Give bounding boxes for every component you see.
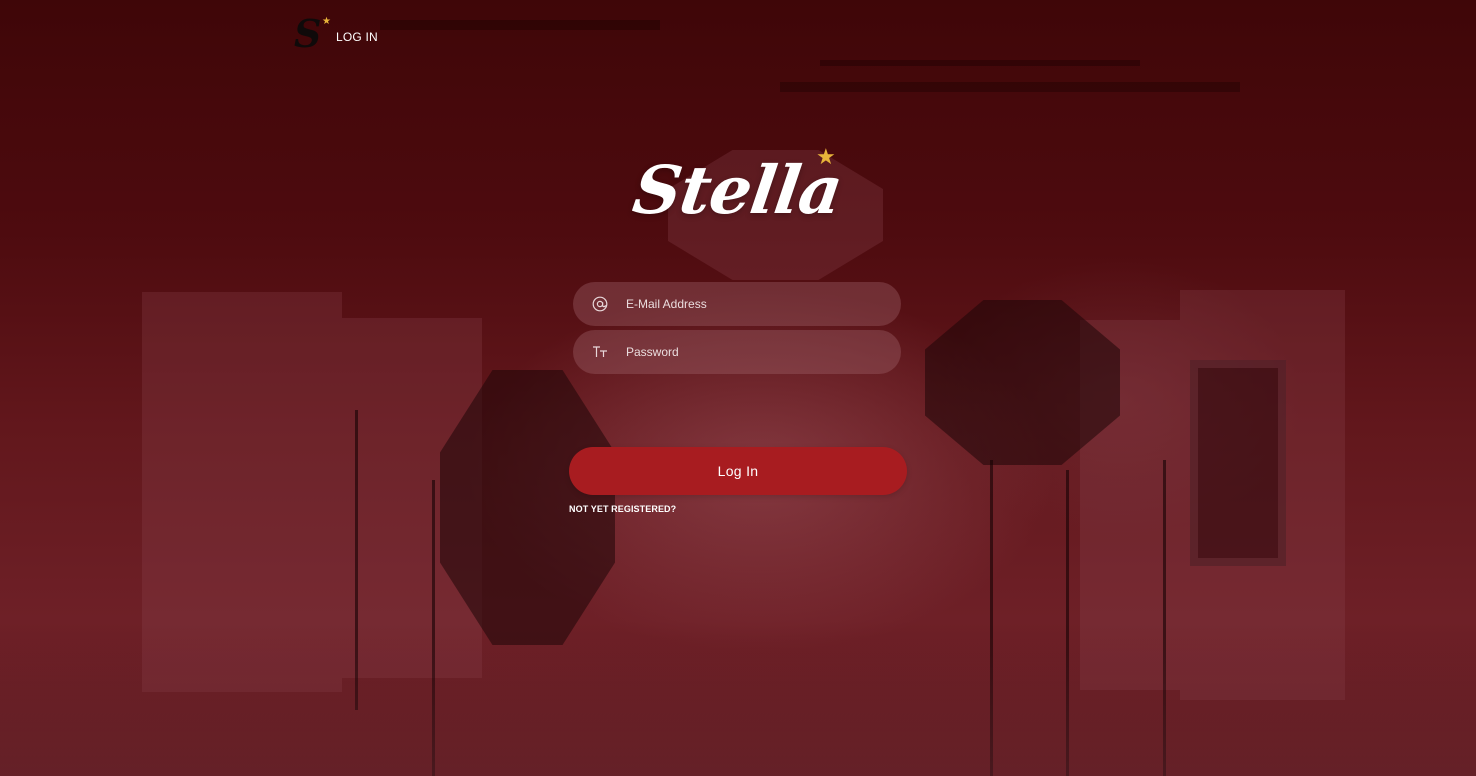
password-field[interactable] [573,330,901,374]
brand-wordmark: Stella [628,151,847,229]
login-button[interactable]: Log In [569,447,907,495]
email-field[interactable] [573,282,901,326]
star-icon: ★ [322,16,331,27]
register-link[interactable]: NOT YET REGISTERED? [569,504,676,514]
nav-login-link[interactable]: LOG IN [336,30,378,44]
logo-letter: S [294,11,322,56]
star-icon: ★ [816,144,836,169]
text-size-icon [591,343,609,361]
at-sign-icon [591,295,609,313]
stella-mini-logo[interactable]: S ★ [292,11,332,56]
stella-logo: Stella ★ [628,140,848,240]
email-input[interactable] [626,297,866,311]
top-bar: S ★ LOG IN [292,11,378,56]
studio-background [0,0,1476,776]
password-input[interactable] [626,345,866,359]
